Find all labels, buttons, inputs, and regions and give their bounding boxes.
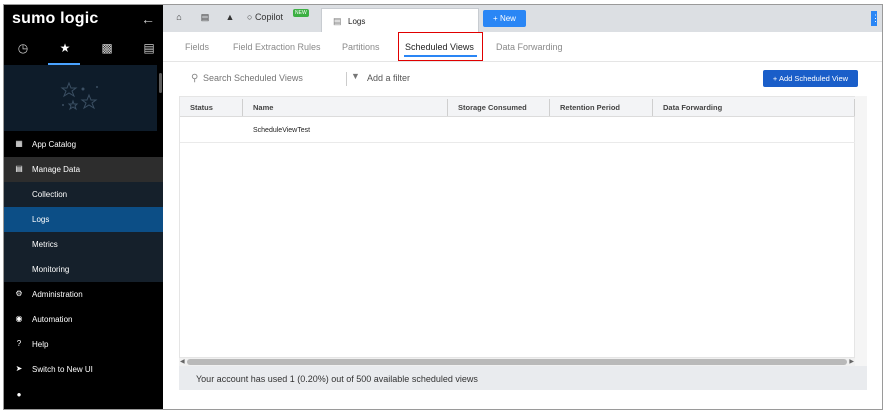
sidebar-user-profile[interactable]: ● <box>4 383 163 408</box>
sidebar-item-label: App Catalog <box>32 140 77 149</box>
scrollbar-thumb[interactable] <box>187 359 847 365</box>
search-icon: ⚲ <box>191 73 199 84</box>
user-icon: ● <box>16 390 22 399</box>
sidebar-top-icons: ◷ ★ ▩ ▤ <box>4 35 163 65</box>
scroll-right-icon[interactable]: ▶ <box>849 358 854 365</box>
usage-message: Your account has used 1 (0.20%) out of 5… <box>196 374 478 384</box>
column-resizer[interactable] <box>549 99 550 116</box>
home-icon[interactable]: ⌂ <box>173 12 185 24</box>
help-icon: ? <box>16 339 22 348</box>
document-icon: ▤ <box>15 164 23 173</box>
sidebar-item-label: Switch to New UI <box>32 365 93 374</box>
stars-illustration-icon <box>60 81 98 111</box>
sidebar-item-help[interactable]: ? Help <box>4 332 163 357</box>
sidebar-item-app-catalog[interactable]: ▦ App Catalog <box>4 132 163 157</box>
star-icon[interactable]: ★ <box>56 41 74 59</box>
tab-logs-label: Logs <box>348 17 366 26</box>
sidebar-item-switch-ui[interactable]: ➤ Switch to New UI <box>4 357 163 382</box>
sidebar-item-label: Administration <box>32 290 83 299</box>
folder-icon[interactable]: ▤ <box>199 12 211 24</box>
automation-icon: ◉ <box>15 314 23 323</box>
scroll-left-icon[interactable]: ◀ <box>180 358 185 365</box>
sidebar-item-label: Collection <box>32 190 68 199</box>
tab-partitions[interactable]: Partitions <box>342 42 380 52</box>
folder-icon[interactable]: ▤ <box>140 41 158 59</box>
column-data-forwarding[interactable]: Data Forwarding <box>663 103 722 112</box>
collapse-sidebar-icon[interactable]: ← <box>141 11 155 27</box>
sidebar-item-label: Metrics <box>32 240 58 249</box>
new-badge: NEW <box>293 9 309 17</box>
recent-icon[interactable]: ◷ <box>14 41 32 59</box>
filter-bar: ⚲ ▼ Add a filter + Add Scheduled View <box>163 62 882 96</box>
add-filter-button[interactable]: Add a filter <box>367 73 410 83</box>
cell-name[interactable]: ScheduleViewTest <box>253 127 310 134</box>
document-icon: ▤ <box>333 16 342 26</box>
sidebar-item-manage-data[interactable]: ▤ Manage Data <box>4 157 163 182</box>
more-options-icon[interactable]: ⋮ <box>871 11 880 26</box>
gear-icon: ⚙ <box>15 289 23 298</box>
sidebar-item-label: Automation <box>32 315 73 324</box>
table-row[interactable]: ScheduleViewTest <box>180 119 856 143</box>
sidebar-item-metrics[interactable]: Metrics <box>4 232 163 257</box>
tab-logs[interactable]: ▤ Logs <box>321 8 479 32</box>
copilot-label: Copilot <box>254 12 283 22</box>
sidebar-item-label: Monitoring <box>32 265 70 274</box>
app-window: sumo logic ← ◷ ★ ▩ ▤ ▦ App Catalog ▤ Man… <box>3 4 883 410</box>
column-retention-period[interactable]: Retention Period <box>560 103 620 112</box>
scheduled-views-table: Status Name Storage Consumed Retention P… <box>179 96 856 358</box>
column-status[interactable]: Status <box>190 103 213 112</box>
column-resizer[interactable] <box>242 99 243 116</box>
sidebar-item-collection[interactable]: Collection <box>4 182 163 207</box>
column-resizer[interactable] <box>447 99 448 116</box>
table-right-gutter <box>855 96 867 366</box>
sidebar-scrollbar[interactable] <box>159 73 162 93</box>
logs-subtabs: Fields Field Extraction Rules Partitions… <box>163 32 882 62</box>
sidebar-item-logs[interactable]: Logs <box>4 207 163 232</box>
tab-scheduled-views[interactable]: Scheduled Views <box>405 42 474 52</box>
filter-icon[interactable]: ▼ <box>351 71 360 81</box>
divider <box>346 72 347 86</box>
search-input[interactable] <box>203 70 343 86</box>
rocket-icon: ➤ <box>15 364 23 373</box>
top-tab-bar: ⌂ ▤ ▲ ○ Copilot NEW ▤ Logs + New ⋮ <box>163 5 882 32</box>
horizontal-scrollbar[interactable]: ◀ ▶ <box>179 358 855 366</box>
sidebar-item-label: Manage Data <box>32 165 81 174</box>
tab-data-forwarding[interactable]: Data Forwarding <box>496 42 563 52</box>
column-storage-consumed[interactable]: Storage Consumed <box>458 103 527 112</box>
tab-fields[interactable]: Fields <box>185 42 209 52</box>
bell-icon[interactable]: ▲ <box>224 12 236 24</box>
sidebar: sumo logic ← ◷ ★ ▩ ▤ ▦ App Catalog ▤ Man… <box>4 5 163 409</box>
usage-footer: Your account has used 1 (0.20%) out of 5… <box>179 366 867 390</box>
column-name[interactable]: Name <box>253 103 273 112</box>
sidebar-item-monitoring[interactable]: Monitoring <box>4 257 163 282</box>
add-scheduled-view-button[interactable]: + Add Scheduled View <box>763 70 858 87</box>
folder-person-icon[interactable]: ▩ <box>98 41 116 59</box>
empty-favorites-illustration <box>4 65 157 131</box>
copilot-tab[interactable]: ○ Copilot <box>247 12 283 22</box>
column-resizer[interactable] <box>652 99 653 116</box>
sidebar-item-label: Help <box>32 340 49 349</box>
brand-logo: sumo logic <box>12 10 99 27</box>
new-tab-button[interactable]: + New <box>483 10 526 27</box>
sidebar-item-administration[interactable]: ⚙ Administration <box>4 282 163 307</box>
sidebar-item-label: Logs <box>32 215 50 224</box>
tab-field-extraction-rules[interactable]: Field Extraction Rules <box>233 42 321 52</box>
grid-icon: ▦ <box>15 139 23 148</box>
active-tab-indicator <box>404 55 477 57</box>
table-header: Status Name Storage Consumed Retention P… <box>180 97 856 117</box>
sidebar-item-automation[interactable]: ◉ Automation <box>4 307 163 332</box>
